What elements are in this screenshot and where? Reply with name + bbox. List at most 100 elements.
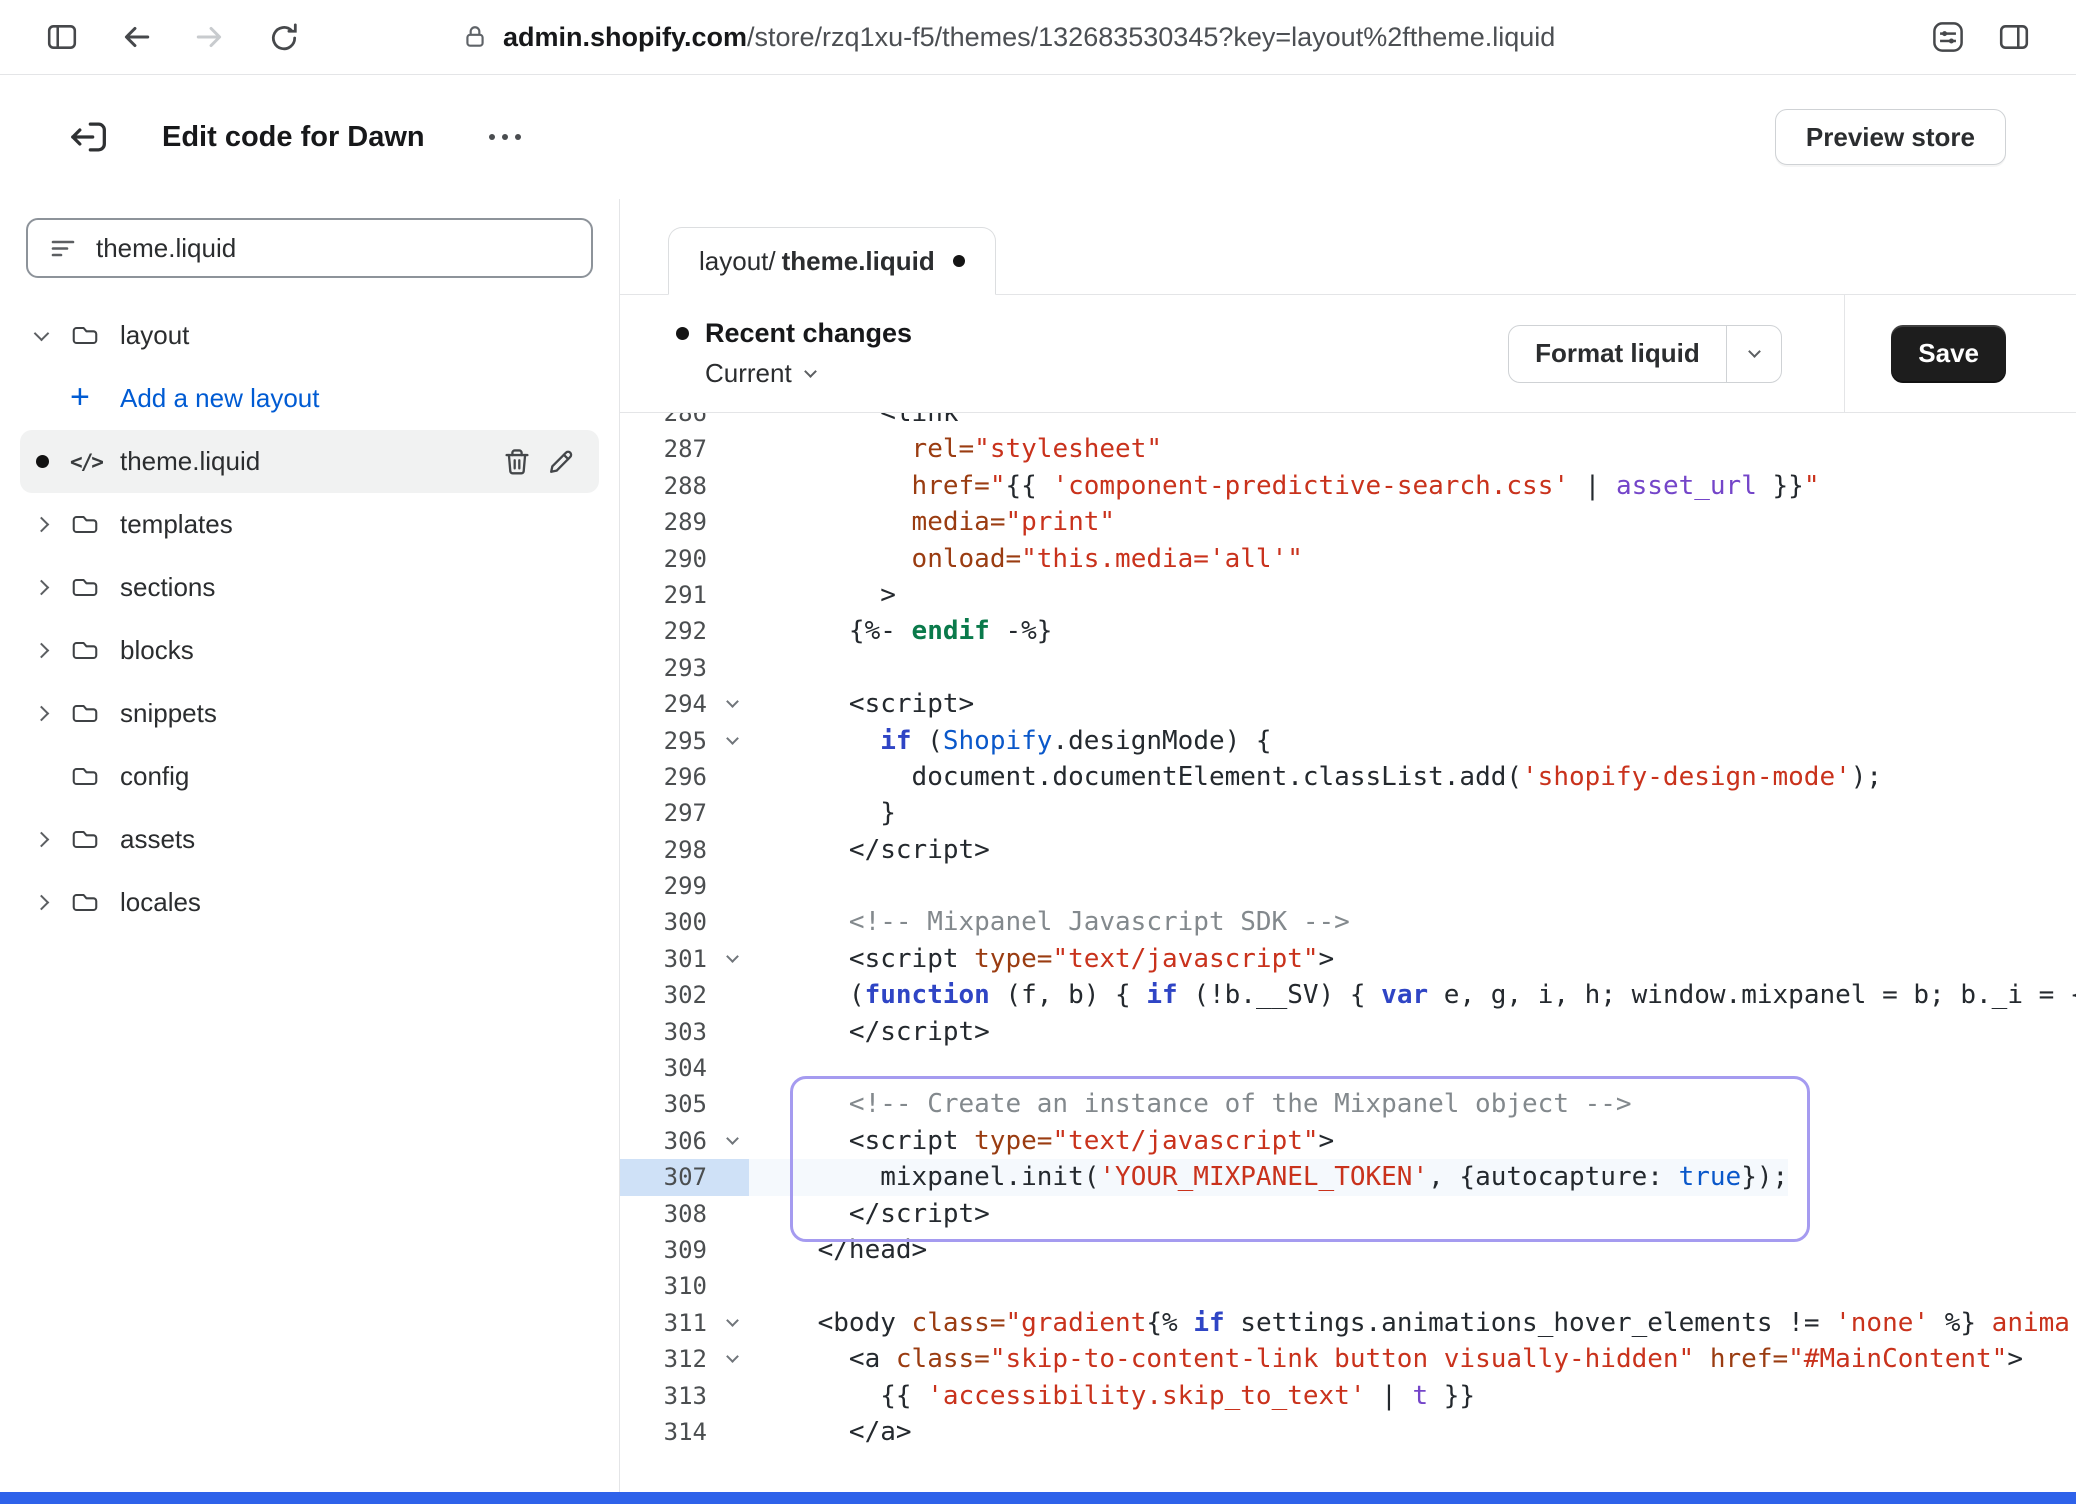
line-number[interactable]: 309: [620, 1232, 715, 1268]
url-bar[interactable]: admin.shopify.com/store/rzq1xu-f5/themes…: [462, 22, 1555, 53]
chevron-right-icon[interactable]: [34, 706, 50, 722]
panel-toggle-icon[interactable]: [1986, 9, 2042, 65]
code-line[interactable]: 301 <script type="text/javascript">: [620, 941, 2076, 977]
tree-item-blocks[interactable]: blocks: [20, 619, 599, 682]
code-editor[interactable]: 286 <link287 rel="stylesheet"288 href="{…: [620, 413, 2076, 1492]
line-number[interactable]: 302: [620, 977, 715, 1013]
line-number[interactable]: 307: [620, 1159, 715, 1195]
back-icon[interactable]: [108, 9, 164, 65]
code-line[interactable]: 310: [620, 1268, 2076, 1304]
line-number[interactable]: 290: [620, 541, 715, 577]
tree-item-config[interactable]: config: [20, 745, 599, 808]
more-menu-button[interactable]: [489, 134, 521, 140]
line-number[interactable]: 312: [620, 1341, 715, 1377]
line-number[interactable]: 294: [620, 686, 715, 722]
tree-item-assets[interactable]: assets: [20, 808, 599, 871]
code-line[interactable]: 294 <script>: [620, 686, 2076, 722]
fold-toggle[interactable]: [715, 1305, 749, 1341]
line-number[interactable]: 310: [620, 1268, 715, 1304]
line-number[interactable]: 286: [620, 413, 715, 431]
code-line[interactable]: 296 document.documentElement.classList.a…: [620, 759, 2076, 795]
fold-toggle[interactable]: [715, 941, 749, 977]
exit-editor-icon[interactable]: [62, 111, 114, 163]
chevron-right-icon[interactable]: [34, 643, 50, 659]
code-line[interactable]: 292 {%- endif -%}: [620, 613, 2076, 649]
line-number[interactable]: 298: [620, 832, 715, 868]
code-line[interactable]: 311 <body class="gradient{% if settings.…: [620, 1305, 2076, 1341]
fold-toggle[interactable]: [715, 1341, 749, 1377]
delete-file-icon[interactable]: [495, 440, 539, 484]
code-line[interactable]: 307 mixpanel.init('YOUR_MIXPANEL_TOKEN',…: [620, 1159, 2076, 1195]
code-line[interactable]: 306 <script type="text/javascript">: [620, 1123, 2076, 1159]
add-layout-button[interactable]: +Add a new layout: [20, 367, 599, 430]
tree-item-layout[interactable]: layout: [20, 304, 599, 367]
tree-item-sections[interactable]: sections: [20, 556, 599, 619]
version-dropdown[interactable]: Current: [705, 358, 912, 389]
extensions-icon[interactable]: [1920, 9, 1976, 65]
code-line[interactable]: 289 media="print": [620, 504, 2076, 540]
line-number[interactable]: 300: [620, 904, 715, 940]
line-number[interactable]: 288: [620, 468, 715, 504]
code-line[interactable]: 291 >: [620, 577, 2076, 613]
code-line[interactable]: 313 {{ 'accessibility.skip_to_text' | t …: [620, 1378, 2076, 1414]
code-line[interactable]: 303 </script>: [620, 1014, 2076, 1050]
line-number[interactable]: 305: [620, 1086, 715, 1122]
code-line[interactable]: 314 </a>: [620, 1414, 2076, 1450]
fold-toggle[interactable]: [715, 686, 749, 722]
forward-icon[interactable]: [182, 9, 238, 65]
chevron-right-icon[interactable]: [34, 580, 50, 596]
fold-toggle[interactable]: [715, 723, 749, 759]
chevron-right-icon[interactable]: [34, 832, 50, 848]
preview-store-button[interactable]: Preview store: [1775, 109, 2006, 165]
line-number[interactable]: 291: [620, 577, 715, 613]
line-number[interactable]: 313: [620, 1378, 715, 1414]
line-number[interactable]: 301: [620, 941, 715, 977]
code-line[interactable]: 287 rel="stylesheet": [620, 431, 2076, 467]
code-line[interactable]: 299: [620, 868, 2076, 904]
line-number[interactable]: 314: [620, 1414, 715, 1450]
code-line[interactable]: 312 <a class="skip-to-content-link butto…: [620, 1341, 2076, 1377]
tree-item-templates[interactable]: templates: [20, 493, 599, 556]
chevron-right-icon[interactable]: [34, 895, 50, 911]
code-line[interactable]: 302 (function (f, b) { if (!b.__SV) { va…: [620, 977, 2076, 1013]
rename-file-icon[interactable]: [539, 440, 583, 484]
tree-item-locales[interactable]: locales: [20, 871, 599, 934]
code-line[interactable]: 304: [620, 1050, 2076, 1086]
code-line[interactable]: 308 </script>: [620, 1196, 2076, 1232]
code-line[interactable]: 297 }: [620, 795, 2076, 831]
line-number[interactable]: 287: [620, 431, 715, 467]
line-number[interactable]: 295: [620, 723, 715, 759]
line-number[interactable]: 306: [620, 1123, 715, 1159]
line-number[interactable]: 304: [620, 1050, 715, 1086]
line-number[interactable]: 292: [620, 613, 715, 649]
line-number[interactable]: 296: [620, 759, 715, 795]
code-line[interactable]: 300 <!-- Mixpanel Javascript SDK -->: [620, 904, 2076, 940]
code-line[interactable]: 309 </head>: [620, 1232, 2076, 1268]
code-line[interactable]: 298 </script>: [620, 832, 2076, 868]
chevron-right-icon[interactable]: [34, 517, 50, 533]
code-line[interactable]: 290 onload="this.media='all'": [620, 541, 2076, 577]
code-line[interactable]: 295 if (Shopify.designMode) {: [620, 723, 2076, 759]
line-number[interactable]: 308: [620, 1196, 715, 1232]
code-line[interactable]: 293: [620, 650, 2076, 686]
search-input[interactable]: theme.liquid: [26, 218, 593, 278]
line-number[interactable]: 297: [620, 795, 715, 831]
save-button[interactable]: Save: [1891, 325, 2006, 383]
tree-item-snippets[interactable]: snippets: [20, 682, 599, 745]
line-number[interactable]: 299: [620, 868, 715, 904]
format-liquid-button[interactable]: Format liquid: [1509, 326, 1726, 382]
line-number[interactable]: 311: [620, 1305, 715, 1341]
line-number[interactable]: 293: [620, 650, 715, 686]
code-line[interactable]: 288 href="{{ 'component-predictive-searc…: [620, 468, 2076, 504]
reload-icon[interactable]: [256, 9, 312, 65]
format-liquid-dropdown[interactable]: [1727, 326, 1781, 382]
code-line[interactable]: 286 <link: [620, 413, 2076, 431]
tree-item-theme-liquid[interactable]: </>theme.liquid: [20, 430, 599, 493]
code-line[interactable]: 305 <!-- Create an instance of the Mixpa…: [620, 1086, 2076, 1122]
tab-theme-liquid[interactable]: layout/theme.liquid: [668, 227, 996, 295]
chevron-down-icon[interactable]: [34, 325, 50, 341]
fold-toggle[interactable]: [715, 1123, 749, 1159]
line-number[interactable]: 303: [620, 1014, 715, 1050]
line-number[interactable]: 289: [620, 504, 715, 540]
browser-sidebar-icon[interactable]: [34, 9, 90, 65]
